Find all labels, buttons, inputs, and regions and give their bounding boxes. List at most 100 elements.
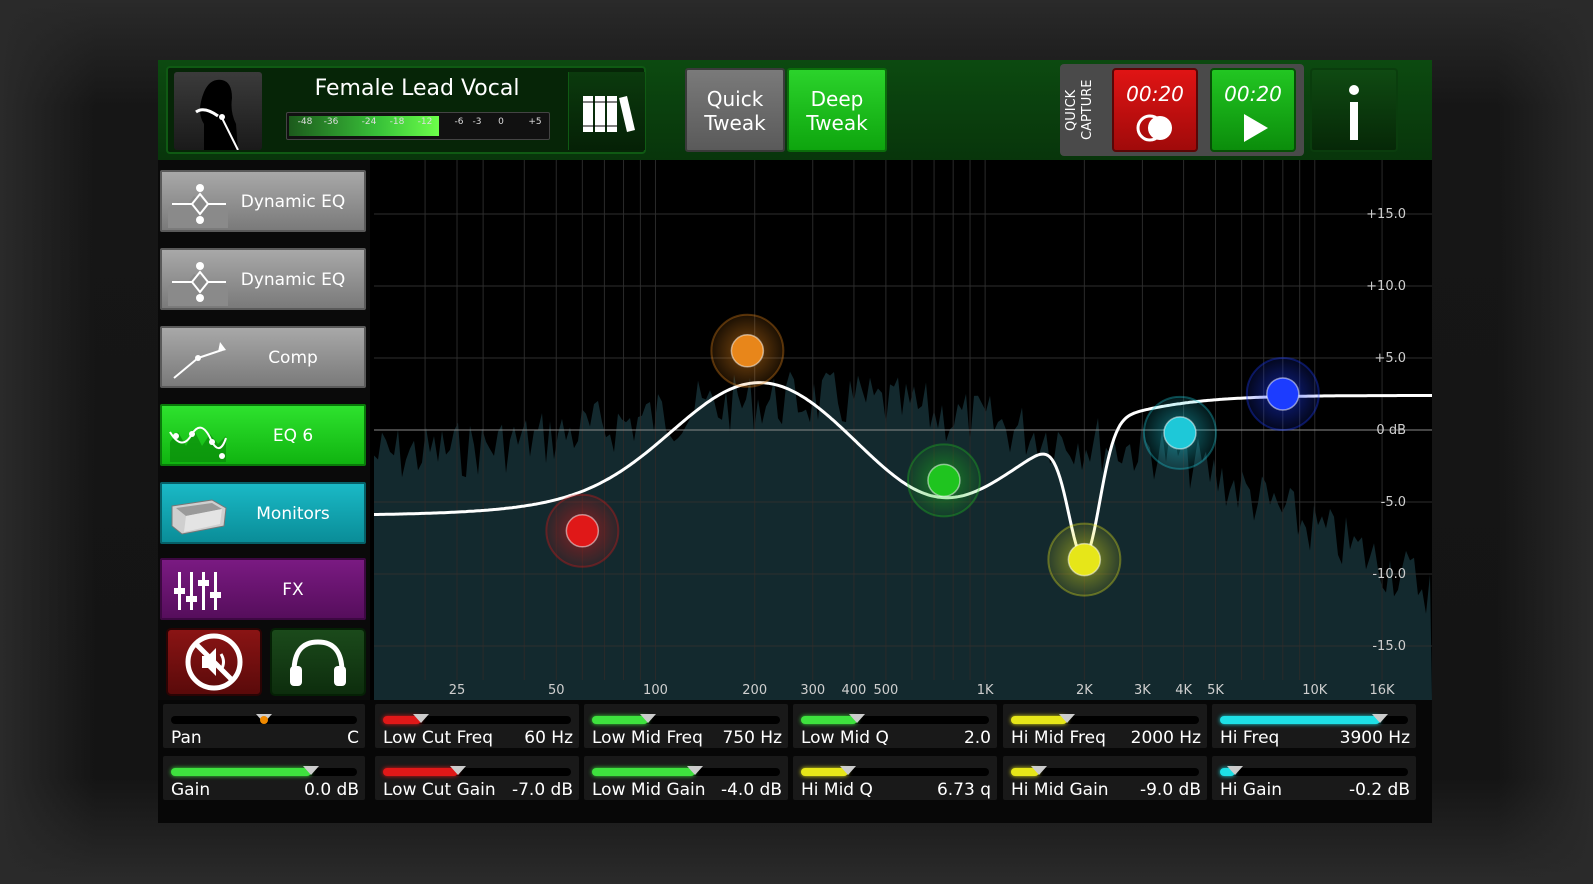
sidebar-item-dynamic-eq-2[interactable]: Dynamic EQ <box>160 248 366 310</box>
sidebar-item-label: Monitors <box>256 504 330 524</box>
quick-capture-label: QUICK CAPTURE <box>1064 79 1095 141</box>
frequency-axis-label: 200 <box>742 683 767 698</box>
hi-mid-freq-control[interactable]: Hi Mid Freq 2000 Hz <box>1003 704 1207 748</box>
slider-fill <box>383 768 459 776</box>
gain-control[interactable]: Gain 0.0 dB <box>163 756 365 800</box>
meter-tick-label: +5 <box>528 117 542 127</box>
hi-gain-label: Hi Gain <box>1220 780 1282 800</box>
db-axis-label: -5.0 <box>1381 495 1406 510</box>
frequency-axis-label: 10K <box>1302 683 1328 698</box>
low-mid-q-label: Low Mid Q <box>801 728 889 748</box>
low-cut-freq-value: 60 Hz <box>524 728 573 748</box>
library-button[interactable] <box>568 72 645 150</box>
sidebar-item-label: Dynamic EQ <box>240 270 346 290</box>
preset-panel[interactable]: Female Lead Vocal -48 -36 -24 -18 -12 -6 -3 0 +5 <box>166 66 646 154</box>
frequency-axis-label: 2K <box>1076 683 1093 698</box>
slider-handle[interactable] <box>1059 714 1076 723</box>
info-icon <box>1349 85 1359 140</box>
mute-icon <box>185 633 243 691</box>
eq-band-node-hi[interactable] <box>1163 416 1197 450</box>
sidebar-item-label: FX <box>282 580 304 600</box>
db-axis-label: +5.0 <box>1374 351 1406 366</box>
play-time: 00:20 <box>1224 82 1282 106</box>
eq-band-node-high[interactable] <box>1266 377 1300 411</box>
hi-mid-q-label: Hi Mid Q <box>801 780 873 800</box>
slider-handle[interactable] <box>302 766 319 775</box>
eq-band-node-low-cut[interactable] <box>565 514 600 548</box>
deep-tweak-button[interactable]: Deep Tweak <box>787 68 887 152</box>
dynamic-eq-icon <box>168 262 228 306</box>
slider-handle[interactable] <box>1227 766 1244 775</box>
sidebar-item-comp[interactable]: Comp <box>160 326 366 388</box>
low-mid-freq-value: 750 Hz <box>722 728 782 748</box>
hi-gain-value: -0.2 dB <box>1348 780 1410 800</box>
play-button[interactable]: 00:20 <box>1210 68 1296 152</box>
meter-tick-label: -18 <box>389 117 405 127</box>
hi-mid-gain-label: Hi Mid Gain <box>1011 780 1109 800</box>
hi-freq-control[interactable]: Hi Freq 3900 Hz <box>1212 704 1416 748</box>
frequency-axis-label: 400 <box>842 683 867 698</box>
low-mid-gain-value: -4.0 dB <box>720 780 782 800</box>
preset-title: Female Lead Vocal <box>314 76 520 101</box>
sidebar-item-fx[interactable]: FX <box>160 558 366 620</box>
sidebar-item-label: EQ 6 <box>272 426 314 446</box>
frequency-axis-label: 4K <box>1175 683 1192 698</box>
pan-label: Pan <box>171 728 202 748</box>
record-button[interactable]: 00:20 <box>1112 68 1198 152</box>
low-cut-gain-value: -7.0 dB <box>511 780 573 800</box>
frequency-axis-label: 300 <box>800 683 825 698</box>
pan-value: C <box>347 728 359 748</box>
low-mid-q-control[interactable]: Low Mid Q 2.0 <box>793 704 997 748</box>
low-cut-freq-label: Low Cut Freq <box>383 728 494 748</box>
sidebar-item-dynamic-eq-1[interactable]: Dynamic EQ <box>160 170 366 232</box>
hi-mid-q-value: 6.73 q <box>936 780 991 800</box>
sidebar-item-monitors[interactable]: Monitors <box>160 482 366 544</box>
play-icon <box>1244 114 1268 142</box>
pan-control[interactable]: Pan C <box>163 704 365 748</box>
hi-mid-gain-control[interactable]: Hi Mid Gain -9.0 dB <box>1003 756 1207 800</box>
db-axis-label: 0 dB <box>1376 423 1406 438</box>
low-mid-freq-control[interactable]: Low Mid Freq 750 Hz <box>584 704 788 748</box>
eq-band-node-mid[interactable] <box>927 463 961 498</box>
top-bar: Female Lead Vocal -48 -36 -24 -18 -12 -6 -3 0 +5… <box>158 60 1432 160</box>
info-button[interactable] <box>1310 68 1398 152</box>
slider-handle[interactable] <box>640 714 657 723</box>
slider-handle[interactable] <box>450 766 467 775</box>
slider-handle[interactable] <box>412 714 429 723</box>
eq-band-node-hi-mid[interactable] <box>1067 542 1102 577</box>
sidebar-item-label: Comp <box>268 348 318 368</box>
db-axis-label: -15.0 <box>1372 639 1406 654</box>
compressor-icon <box>173 342 226 379</box>
low-cut-freq-control[interactable]: Low Cut Freq 60 Hz <box>375 704 579 748</box>
hi-freq-value: 3900 Hz <box>1339 728 1410 748</box>
fader-icon <box>174 572 221 610</box>
parameter-strip: Pan C Gain 0.0 dB Low Cut Freq 60 Hz Low… <box>158 700 1432 823</box>
gain-label: Gain <box>171 780 211 800</box>
meter-tick-label: -48 <box>297 117 313 127</box>
slider-fill <box>1220 716 1380 724</box>
hi-mid-freq-label: Hi Mid Freq <box>1011 728 1106 748</box>
mute-button[interactable] <box>166 628 262 696</box>
meter-tick-label: -6 <box>454 117 464 127</box>
quick-capture-group: QUICK CAPTURE 00:20 00:20 <box>1060 64 1304 156</box>
slider-handle[interactable] <box>849 714 866 723</box>
low-cut-gain-control[interactable]: Low Cut Gain -7.0 dB <box>375 756 579 800</box>
input-level-meter: -48 -36 -24 -18 -12 -6 -3 0 +5 <box>286 112 550 140</box>
slider-handle[interactable] <box>840 766 856 775</box>
slider-handle[interactable] <box>687 766 704 775</box>
eq-graph[interactable]: +15.0 +10.0 +5.0 0 dB -5.0 -10.0 -15.0 25 50 100 2… <box>374 160 1432 700</box>
sidebar-item-eq6[interactable]: EQ 6 <box>160 404 366 466</box>
db-axis-label: -10.0 <box>1372 567 1406 582</box>
female-singer-icon <box>174 72 262 151</box>
eq-band-node-low-mid[interactable] <box>730 334 765 368</box>
headphones-button[interactable] <box>270 628 366 696</box>
slider-handle[interactable] <box>1371 714 1388 723</box>
slider-fill <box>592 768 696 776</box>
frequency-axis-label: 500 <box>873 683 898 698</box>
hi-gain-control[interactable]: Hi Gain -0.2 dB <box>1212 756 1416 800</box>
library-icon <box>583 96 635 132</box>
quick-tweak-button[interactable]: Quick Tweak <box>685 68 785 152</box>
slider-handle[interactable] <box>1031 766 1048 775</box>
low-mid-gain-control[interactable]: Low Mid Gain -4.0 dB <box>584 756 788 800</box>
hi-mid-q-control[interactable]: Hi Mid Q 6.73 q <box>793 756 997 800</box>
